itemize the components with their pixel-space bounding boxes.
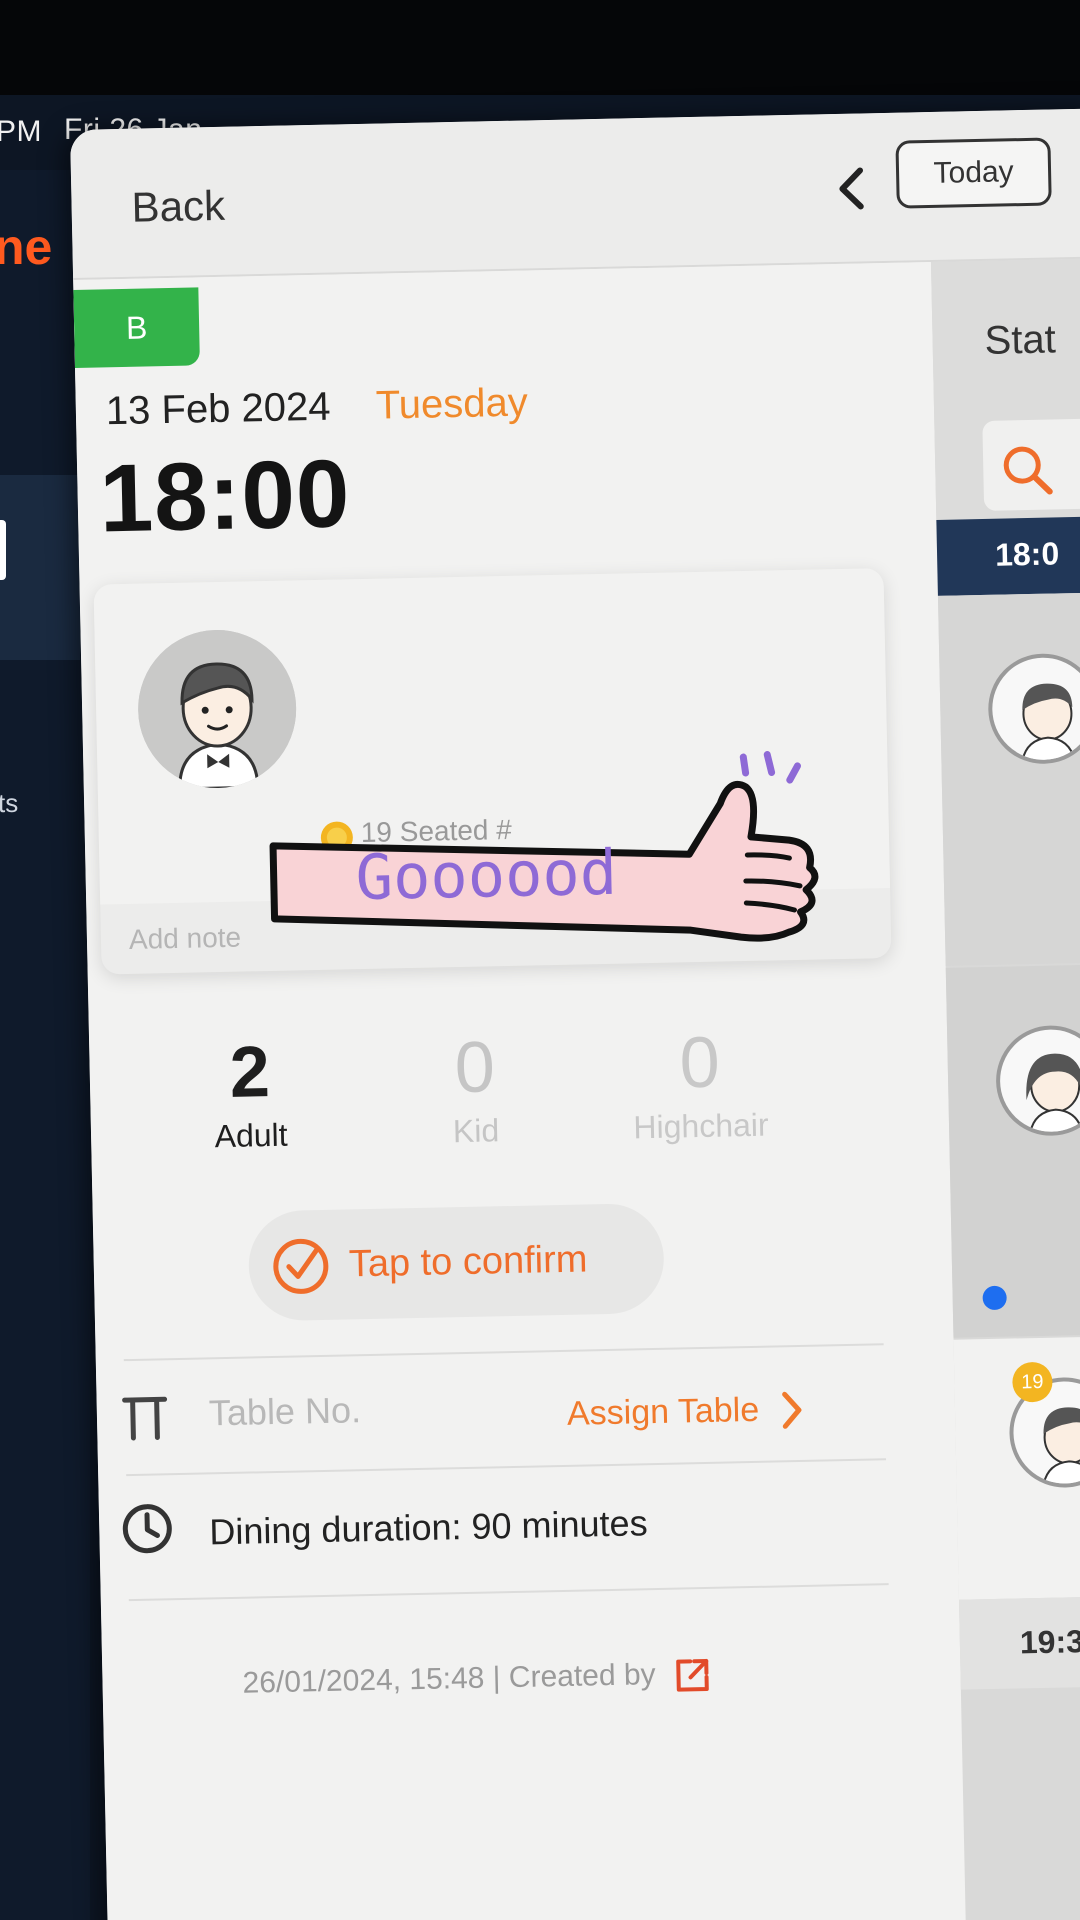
time-slot-label: 19:3 [1019,1623,1080,1661]
table-row[interactable]: Table No. Assign Table [96,1347,956,1475]
screen: PM Fri 26 Jan ne ts Back Today B 13 Feb … [0,0,1080,1920]
reservation-detail: B 13 Feb 2024 Tuesday 18:00 19 Seated # … [73,261,967,1920]
add-note-field[interactable]: Add note [129,922,242,956]
adult-counter[interactable]: 2 Adult [139,1029,362,1157]
avatar [994,1024,1080,1137]
assign-table-link[interactable]: Assign Table [567,1391,760,1434]
selected-indicator [0,520,6,580]
list-item[interactable] [937,591,1080,966]
table-number-label: Table No. [208,1389,362,1434]
time-slot-label: 18:0 [994,535,1060,573]
reservation-time: 18:00 [98,440,352,553]
confirm-label: Tap to confirm [348,1238,588,1286]
highchair-label: Highchair [633,1106,769,1146]
list-header: Stat [930,257,1080,520]
party-size: 2 Adult 0 Kid 0 Highchair [89,1017,950,1195]
reservation-panel: Back Today B 13 Feb 2024 Tuesday 18:00 1… [70,108,1080,1920]
kid-counter[interactable]: 0 Kid [364,1024,587,1152]
check-circle-icon [273,1238,329,1294]
avatar-face-icon [1020,683,1077,765]
search-button[interactable] [982,418,1080,511]
list-header-title: Stat [984,317,1057,363]
created-info: 26/01/2024, 15:48 | Created by [242,1658,656,1700]
chevron-right-icon[interactable] [777,1388,808,1433]
guest-card[interactable]: 19 Seated # Add note Goooood [93,568,892,975]
sidebar-selected-item[interactable] [0,475,80,660]
panel-header: Back Today [70,108,1080,280]
reservation-weekday: Tuesday [375,380,529,428]
highchair-counter[interactable]: 0 Highchair [589,1020,812,1148]
sidebar-item-label[interactable]: ts [0,788,18,819]
adult-count: 2 [228,1032,271,1113]
table-icon [122,1396,168,1441]
avatar [987,652,1080,765]
back-button[interactable]: Back [131,182,225,232]
adult-label: Adult [214,1116,288,1155]
clock-icon [122,1504,172,1554]
sticker-text: Goooood [355,836,618,914]
kid-label: Kid [452,1112,500,1150]
list-item[interactable] [945,963,1080,1338]
chevron-left-icon[interactable] [826,158,877,219]
reservation-date: 13 Feb 2024 [105,384,331,434]
highchair-count: 0 [678,1022,721,1104]
today-button[interactable]: Today [895,137,1052,209]
dining-duration-text: Dining duration: 90 minutes [208,1502,648,1553]
time-slot-header: 18:0 [936,515,1080,596]
avatar-face-icon [1026,1053,1080,1137]
app-logo: ne [0,219,53,275]
search-icon [1003,446,1053,495]
tap-to-confirm-button[interactable]: Tap to confirm [247,1202,665,1322]
status-time: PM [0,115,42,148]
dining-duration-row: Dining duration: 90 minutes [98,1462,958,1590]
time-slot-header: 19:3 [958,1595,1080,1690]
thumbs-up-sticker-icon: Goooood [269,751,819,942]
external-link-icon[interactable] [672,1655,713,1696]
top-dark-band [0,0,1080,95]
kid-count: 0 [453,1027,496,1109]
section-tag: B [73,287,200,368]
